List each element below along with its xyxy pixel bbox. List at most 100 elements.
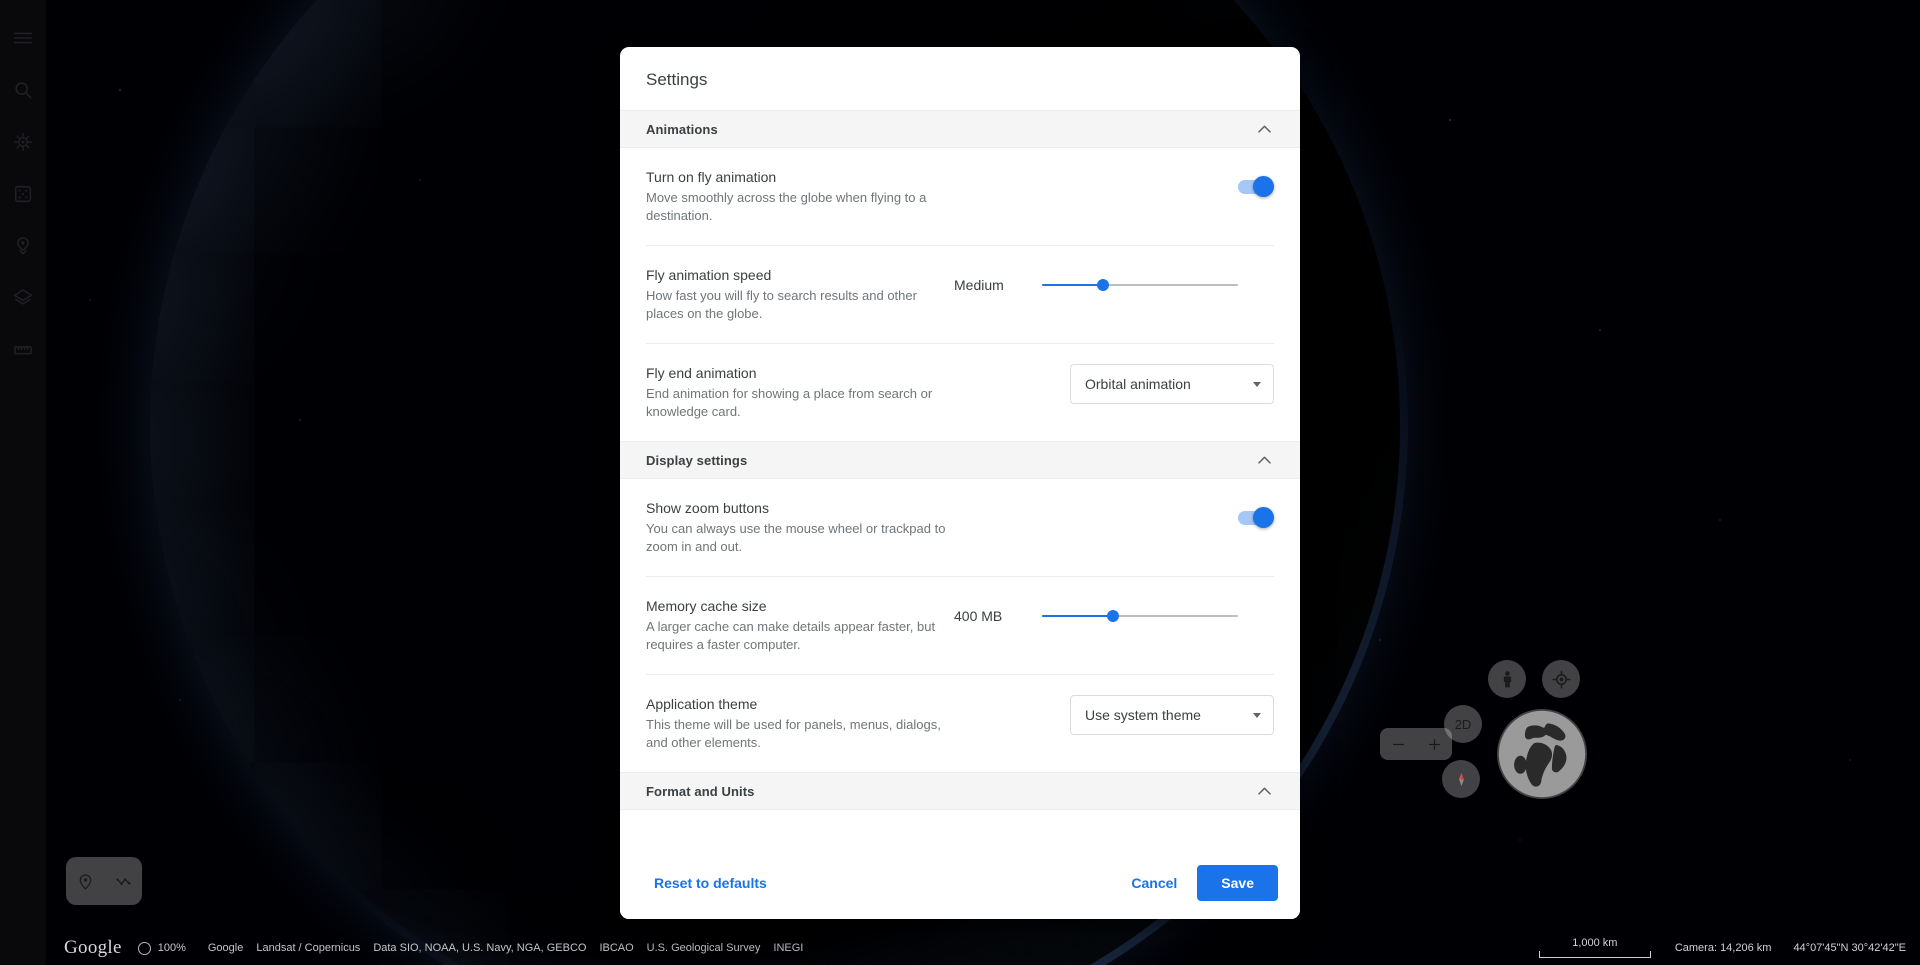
camera-altitude-label: Camera: 14,206 km	[1675, 942, 1772, 954]
hamburger-menu-icon	[12, 27, 34, 49]
slider-memory-cache[interactable]	[1042, 607, 1238, 625]
setting-description: How fast you will fly to search results …	[646, 287, 954, 323]
attribution-inegi: INEGI	[773, 942, 803, 954]
setting-control: Orbital animation	[954, 364, 1274, 404]
slider-fill	[1042, 284, 1103, 286]
cancel-button[interactable]: Cancel	[1119, 865, 1189, 901]
section-title-format-and-units: Format and Units	[646, 784, 755, 799]
toggle-knob	[1253, 507, 1274, 528]
chevron-up-icon[interactable]	[1255, 451, 1274, 470]
attribution-ibcao: IBCAO	[599, 942, 633, 954]
slider-fly-speed[interactable]	[1042, 276, 1238, 294]
sidebar-item-projects[interactable]	[1, 220, 45, 272]
zoom-out-button[interactable]	[1383, 729, 1413, 759]
mini-globe-icon	[1497, 709, 1587, 799]
section-header-display-settings[interactable]: Display settings	[620, 441, 1300, 479]
select-value: Orbital animation	[1085, 376, 1191, 392]
chevron-up-icon[interactable]	[1255, 120, 1274, 139]
attribution-google: Google	[208, 942, 243, 954]
slider-value-memory-cache: 400 MB	[954, 608, 1028, 624]
setting-title: Fly animation speed	[646, 266, 954, 285]
pegman-icon	[1497, 669, 1518, 690]
select-value: Use system theme	[1085, 707, 1201, 723]
section-rows-format-and-units	[620, 810, 1300, 845]
setting-row-fly-speed: Fly animation speed How fast you will fl…	[646, 246, 1274, 344]
add-placemark-button[interactable]	[68, 864, 102, 898]
setting-row-application-theme: Application theme This theme will be use…	[646, 675, 1274, 772]
compass-button[interactable]	[1442, 760, 1480, 798]
setting-title: Fly end animation	[646, 364, 954, 383]
plus-icon	[1427, 737, 1442, 752]
sidebar-item-layers[interactable]	[1, 272, 45, 324]
setting-control	[954, 168, 1274, 206]
slider-value-fly-speed: Medium	[954, 277, 1028, 293]
toggle-fly-animation[interactable]	[1238, 180, 1272, 194]
mini-globe[interactable]	[1497, 709, 1587, 799]
setting-text: Show zoom buttons You can always use the…	[646, 499, 954, 556]
settings-scroll-area[interactable]: Animations Turn on fly animation Move sm…	[620, 109, 1300, 845]
ruler-icon	[12, 339, 34, 361]
attribution-usgs: U.S. Geological Survey	[647, 942, 761, 954]
save-button[interactable]: Save	[1197, 865, 1278, 901]
minus-icon	[1391, 737, 1406, 752]
dice-icon	[12, 183, 34, 205]
coordinates-label: 44°07'45"N 30°42'42"E	[1793, 942, 1906, 954]
zoom-in-button[interactable]	[1419, 729, 1449, 759]
scale-bar-label: 1,000 km	[1572, 938, 1617, 949]
my-location-button[interactable]	[1542, 660, 1580, 698]
layers-icon	[12, 287, 34, 309]
status-bar: Google 100% Google Landsat / Copernicus …	[46, 931, 1920, 965]
measure-path-button[interactable]	[106, 864, 140, 898]
footer-actions: Cancel Save	[1119, 865, 1278, 901]
chevron-down-icon	[1253, 382, 1261, 387]
google-logo: Google	[64, 937, 122, 959]
setting-text: Memory cache size A larger cache can mak…	[646, 597, 954, 654]
setting-text: Turn on fly animation Move smoothly acro…	[646, 168, 954, 225]
section-header-format-and-units[interactable]: Format and Units	[620, 772, 1300, 810]
zoom-controls	[1380, 728, 1452, 760]
slider-wrapper: 400 MB	[954, 607, 1274, 625]
sidebar-item-voyager[interactable]	[1, 116, 45, 168]
section-title-display-settings: Display settings	[646, 453, 747, 468]
ships-wheel-icon	[12, 131, 34, 153]
section-header-animations[interactable]: Animations	[620, 110, 1300, 148]
setting-row-memory-cache-size: Memory cache size A larger cache can mak…	[646, 577, 1274, 675]
sidebar-item-measure[interactable]	[1, 324, 45, 376]
setting-row-show-zoom-buttons: Show zoom buttons You can always use the…	[646, 479, 1274, 577]
toggle-2d-label: 2D	[1455, 717, 1472, 732]
slider-wrapper: Medium	[954, 276, 1274, 294]
my-location-icon	[1551, 669, 1572, 690]
measure-path-icon	[114, 872, 133, 891]
select-fly-end-animation[interactable]: Orbital animation	[1070, 364, 1274, 404]
setting-row-fly-animation: Turn on fly animation Move smoothly acro…	[646, 148, 1274, 246]
loading-ring-icon	[138, 942, 151, 955]
placemark-outline-icon	[76, 872, 95, 891]
setting-text: Fly end animation End animation for show…	[646, 364, 954, 421]
reset-to-defaults-button[interactable]: Reset to defaults	[642, 865, 779, 901]
chevron-up-icon[interactable]	[1255, 782, 1274, 801]
map-tools-pill	[66, 857, 142, 905]
setting-control	[954, 499, 1274, 537]
attribution-landsat: Landsat / Copernicus	[256, 942, 360, 954]
left-toolbar	[0, 0, 46, 965]
setting-text: Application theme This theme will be use…	[646, 695, 954, 752]
setting-title: Memory cache size	[646, 597, 954, 616]
slider-thumb[interactable]	[1107, 610, 1119, 622]
slider-thumb[interactable]	[1097, 279, 1109, 291]
toggle-show-zoom-buttons[interactable]	[1238, 511, 1272, 525]
section-rows-display-settings: Show zoom buttons You can always use the…	[620, 479, 1300, 772]
setting-title: Turn on fly animation	[646, 168, 954, 187]
setting-description: This theme will be used for panels, menu…	[646, 716, 954, 752]
setting-control: Use system theme	[954, 695, 1274, 735]
toggle-knob	[1253, 176, 1274, 197]
sidebar-item-menu[interactable]	[1, 12, 45, 64]
placemark-icon	[12, 235, 34, 257]
sidebar-item-search[interactable]	[1, 64, 45, 116]
setting-control: Medium	[954, 266, 1274, 304]
setting-description: Move smoothly across the globe when flyi…	[646, 189, 954, 225]
pegman-button[interactable]	[1488, 660, 1526, 698]
slider-fill	[1042, 615, 1113, 617]
sidebar-item-feeling-lucky[interactable]	[1, 168, 45, 220]
select-application-theme[interactable]: Use system theme	[1070, 695, 1274, 735]
scale-bar: 1,000 km	[1539, 938, 1651, 958]
